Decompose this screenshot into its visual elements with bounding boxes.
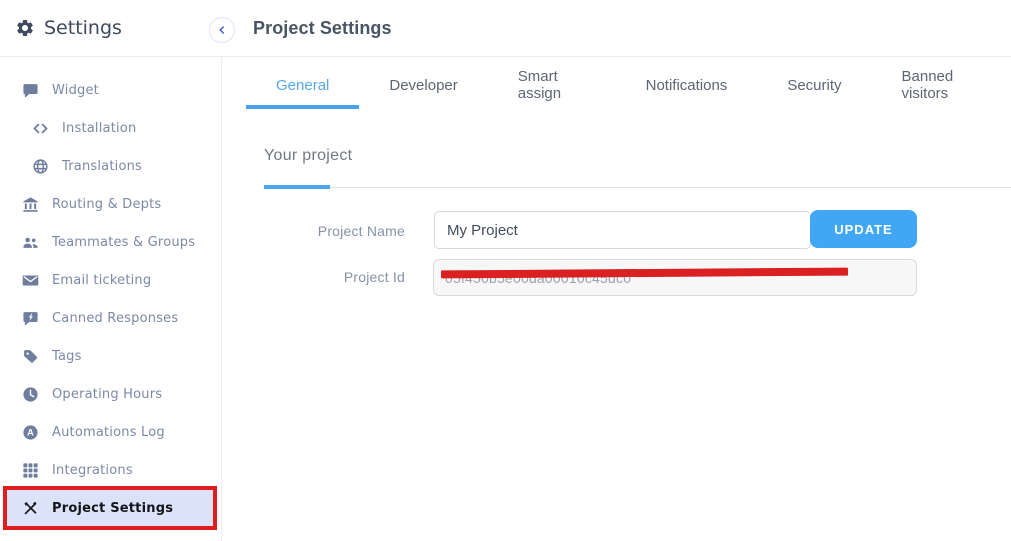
sidebar-item-teammates-groups[interactable]: Teammates & Groups (0, 223, 221, 261)
tab-security[interactable]: Security (757, 65, 871, 109)
bank-icon (22, 196, 39, 213)
section-heading: Your project (264, 147, 352, 165)
tab-banned-visitors[interactable]: Banned visitors (872, 65, 1011, 109)
section-divider (264, 187, 1011, 188)
project-name-label: Project Name (240, 223, 405, 239)
sidebar-item-label: Operating Hours (52, 387, 162, 402)
clock-icon (22, 386, 39, 403)
svg-text:A: A (27, 427, 34, 437)
sidebar-item-tags[interactable]: Tags (0, 337, 221, 375)
sidebar-item-email-ticketing[interactable]: Email ticketing (0, 261, 221, 299)
circle-a-icon: A (22, 424, 39, 441)
section-accent-underline (264, 185, 330, 189)
sidebar-item-automations-log[interactable]: A Automations Log (0, 413, 221, 451)
envelope-icon (22, 272, 39, 289)
code-icon (32, 120, 49, 137)
sidebar-item-widget[interactable]: Widget (0, 71, 221, 109)
sidebar-item-label: Translations (62, 159, 142, 174)
settings-tabs: General Developer Smart assign Notificat… (246, 65, 1011, 109)
grid-icon (22, 462, 39, 479)
sidebar-item-routing-depts[interactable]: Routing & Depts (0, 185, 221, 223)
sidebar-collapse-button[interactable] (209, 17, 235, 43)
project-id-label: Project Id (240, 269, 405, 285)
app-brand: Settings (15, 0, 122, 56)
people-icon (22, 234, 39, 251)
tag-icon (22, 348, 39, 365)
sidebar-item-translations[interactable]: Translations (0, 147, 221, 185)
settings-sidebar: Widget Installation Translations Routing… (0, 57, 222, 541)
chevron-left-icon (216, 24, 228, 36)
page-title: Project Settings (253, 0, 392, 56)
sidebar-item-label: Project Settings (52, 501, 173, 516)
sidebar-item-label: Widget (52, 83, 99, 98)
chat-lightning-icon (22, 310, 39, 327)
sidebar-item-canned-responses[interactable]: Canned Responses (0, 299, 221, 337)
update-button[interactable]: UPDATE (810, 210, 917, 248)
sidebar-item-integrations[interactable]: Integrations (0, 451, 221, 489)
sidebar-item-label: Routing & Depts (52, 197, 161, 212)
sidebar-item-operating-hours[interactable]: Operating Hours (0, 375, 221, 413)
top-bar: Settings Project Settings (0, 0, 1011, 57)
tools-icon (22, 500, 39, 517)
tab-developer[interactable]: Developer (359, 65, 487, 109)
project-name-input[interactable] (434, 211, 811, 249)
sidebar-item-label: Email ticketing (52, 273, 151, 288)
project-id-field[interactable]: 05f450b5e00da00010c45dc0 (433, 259, 917, 296)
project-id-value: 05f450b5e00da00010c45dc0 (445, 270, 631, 286)
sidebar-item-label: Integrations (52, 463, 133, 478)
tab-notifications[interactable]: Notifications (616, 65, 758, 109)
sidebar-item-project-settings[interactable]: Project Settings (6, 489, 214, 527)
tab-general[interactable]: General (246, 65, 359, 109)
sidebar-item-label: Installation (62, 121, 136, 136)
tab-smart-assign[interactable]: Smart assign (488, 65, 616, 109)
chat-bubble-icon (22, 82, 39, 99)
sidebar-item-label: Automations Log (52, 425, 165, 440)
gear-icon (15, 18, 35, 38)
sidebar-item-label: Canned Responses (52, 311, 178, 326)
app-title: Settings (44, 17, 122, 39)
globe-icon (32, 158, 49, 175)
sidebar-item-label: Teammates & Groups (52, 235, 195, 250)
sidebar-item-label: Tags (52, 349, 82, 364)
sidebar-item-installation[interactable]: Installation (0, 109, 221, 147)
